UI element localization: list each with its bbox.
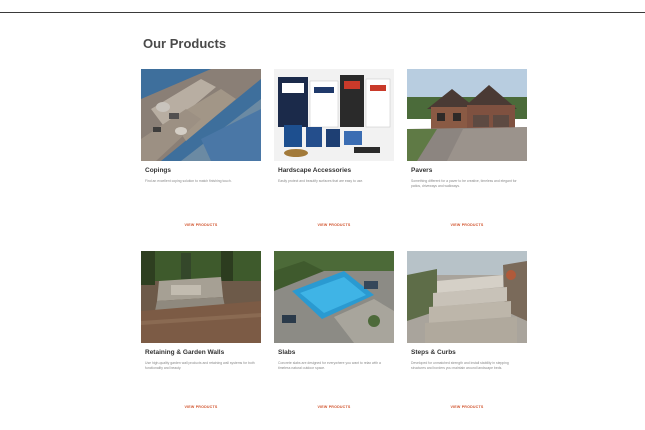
product-card-steps-curbs[interactable]: Steps & Curbs Developed for unmatched st… bbox=[407, 251, 527, 421]
stone-steps-image[interactable] bbox=[407, 251, 527, 343]
retaining-wall-garden-image[interactable] bbox=[141, 251, 261, 343]
product-description: Concrete slabs are designed for everywhe… bbox=[278, 361, 381, 370]
view-products-link[interactable]: VIEW PRODUCTS bbox=[407, 223, 527, 227]
view-products-link[interactable]: VIEW PRODUCTS bbox=[407, 405, 527, 409]
view-products-link[interactable]: VIEW PRODUCTS bbox=[274, 405, 394, 409]
product-card-hardscape-accessories[interactable]: Hardscape Accessories Easily protect and… bbox=[274, 69, 394, 239]
product-name: Copings bbox=[145, 167, 171, 174]
product-description: Find an excellent coping solution to mat… bbox=[145, 179, 232, 183]
view-products-link[interactable]: VIEW PRODUCTS bbox=[141, 405, 261, 409]
view-products-link[interactable]: VIEW PRODUCTS bbox=[141, 223, 261, 227]
section-title: Our Products bbox=[143, 36, 227, 51]
pool-deck-slabs-image[interactable] bbox=[274, 251, 394, 343]
product-description: Developed for unmatched strength and ins… bbox=[411, 361, 509, 370]
product-card-copings[interactable]: Copings Find an excellent coping solutio… bbox=[141, 69, 261, 239]
product-description: Something different for a paver to be cr… bbox=[411, 179, 517, 188]
product-description: Easily protect and beautify surfaces tha… bbox=[278, 179, 364, 183]
product-name: Hardscape Accessories bbox=[278, 167, 352, 174]
product-name: Steps & Curbs bbox=[411, 349, 456, 356]
view-products-link[interactable]: VIEW PRODUCTS bbox=[274, 223, 394, 227]
paver-driveway-house-image[interactable] bbox=[407, 69, 527, 161]
accessory-products-image[interactable] bbox=[274, 69, 394, 161]
product-description: Use high-quality garden wall products an… bbox=[145, 361, 255, 370]
product-name: Pavers bbox=[411, 167, 433, 174]
product-name: Retaining & Garden Walls bbox=[145, 349, 225, 356]
product-name: Slabs bbox=[278, 349, 296, 356]
product-card-pavers[interactable]: Pavers Something different for a paver t… bbox=[407, 69, 527, 239]
header-divider bbox=[0, 12, 645, 13]
coping-stones-image[interactable] bbox=[141, 69, 261, 161]
product-grid: Copings Find an excellent coping solutio… bbox=[141, 69, 531, 424]
product-card-retaining-garden-walls[interactable]: Retaining & Garden Walls Use high-qualit… bbox=[141, 251, 261, 421]
product-card-slabs[interactable]: Slabs Concrete slabs are designed for ev… bbox=[274, 251, 394, 421]
